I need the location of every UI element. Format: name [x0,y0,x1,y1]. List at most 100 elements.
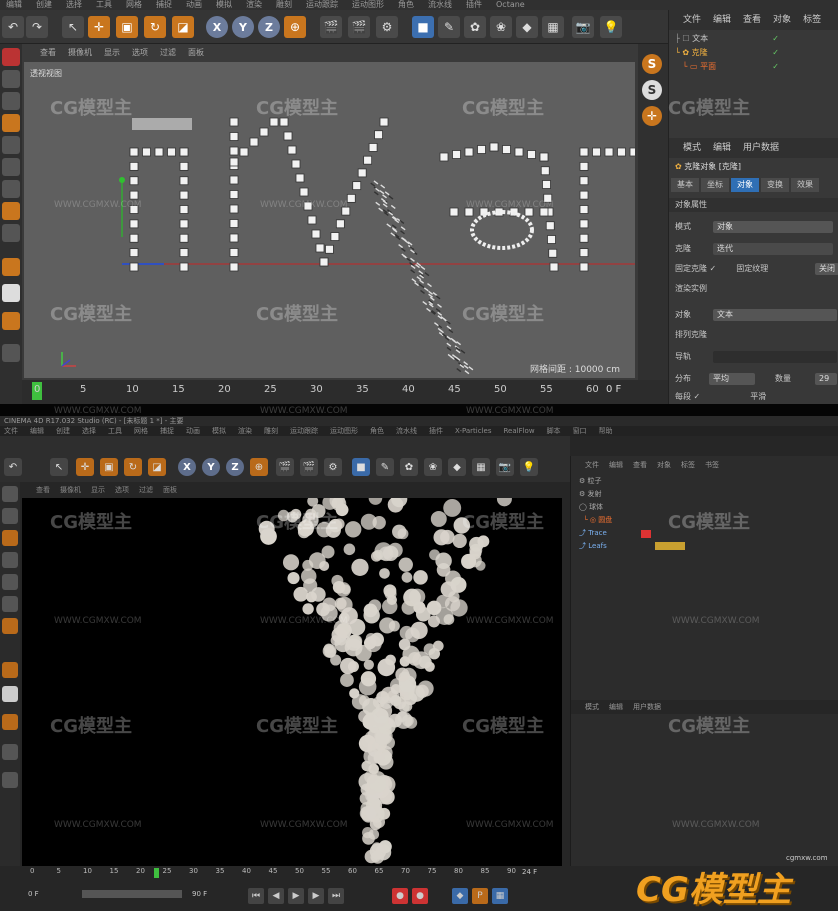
object-menu-item[interactable]: 对象 [773,10,791,30]
menu-item[interactable]: 捕捉 [156,0,172,10]
camera-icon[interactable]: 📷 [496,458,514,476]
move-tool-icon[interactable]: ✛ [88,16,110,38]
viewport-menu-item[interactable]: 面板 [163,484,177,496]
object-row[interactable]: ⚙ 粒子 [579,476,602,487]
each-segment-row[interactable]: 每段 ✓ 平滑 [669,390,838,404]
mode-icon[interactable] [2,48,20,66]
autokey-icon[interactable]: ● [412,888,428,904]
axis-mode-icon[interactable] [2,618,18,634]
menu-item[interactable]: 插件 [429,426,443,436]
attr-tab[interactable]: 坐标 [701,178,729,192]
grid-icon[interactable] [2,344,20,362]
menu-item[interactable]: 文件 [4,426,18,436]
camera-icon[interactable]: 📷 [572,16,594,38]
lock-icon[interactable] [2,714,18,730]
attr-menu-item[interactable]: 模式 [683,138,701,158]
viewport-menu-item[interactable]: 过滤 [160,46,176,60]
object-row[interactable]: └ ◎ 圆盘 [579,515,612,526]
x-axis-button[interactable]: X [206,16,228,38]
menu-item[interactable]: 流水线 [428,0,452,10]
menu-item[interactable]: 网格 [134,426,148,436]
cube-primitive-icon[interactable]: ■ [352,458,370,476]
points-mode-icon[interactable] [2,136,20,154]
menu-item[interactable]: 选择 [66,0,82,10]
object-menu-item[interactable]: 查看 [743,10,761,30]
menu-item[interactable]: 角色 [370,426,384,436]
snap-s-icon[interactable] [2,284,20,302]
render-instances-row[interactable]: 渲染实例 [669,282,838,296]
scale-tool-icon[interactable]: ▣ [100,458,118,476]
menu-item[interactable]: 创建 [36,0,52,10]
render-picture-viewer-icon[interactable]: 🎬 [348,16,370,38]
points-mode-icon[interactable] [2,552,18,568]
cloner-icon[interactable]: ❀ [490,16,512,38]
menu-item[interactable]: 运动图形 [330,426,358,436]
prev-key-icon[interactable]: ◀ [268,888,284,904]
menu-item[interactable]: 网格 [126,0,142,10]
undo-icon[interactable]: ↶ [4,458,22,476]
floor-icon[interactable]: ▦ [472,458,490,476]
play-icon[interactable]: ▶ [288,888,304,904]
guide-field[interactable] [713,351,837,363]
top-timeline[interactable]: 0 F 0 5 10 15 20 25 30 35 40 45 50 55 60 [22,380,668,404]
object-menu-item[interactable]: 编辑 [713,10,731,30]
bottom-timeline[interactable]: 24 F 0 F 90 F ⏮ ◀ ▶ ▶ ⏭ ● ● ◆ P ▦ 0 5 10 15… [22,866,570,909]
bottom-viewport[interactable] [22,491,562,866]
pen-spline-icon[interactable]: ✎ [438,16,460,38]
fixed-clone-row[interactable]: 固定克隆 ✓ 固定纹理 [669,262,838,276]
record-icon[interactable]: ● [392,888,408,904]
object-menu-item[interactable]: 书签 [705,456,719,474]
menu-item[interactable]: 动画 [186,426,200,436]
y-axis-button[interactable]: Y [202,458,220,476]
next-key-icon[interactable]: ▶ [308,888,324,904]
menu-item[interactable]: 流水线 [396,426,417,436]
viewport-menu-item[interactable]: 查看 [40,46,56,60]
texture-mode-icon[interactable] [2,508,18,524]
viewport-menu-item[interactable]: 显示 [104,46,120,60]
object-menu-item[interactable]: 编辑 [609,456,623,474]
model-mode-icon[interactable] [2,70,20,88]
y-axis-button[interactable]: Y [232,16,254,38]
x-axis-button[interactable]: X [178,458,196,476]
frame-end-field[interactable]: 90 F [192,890,207,898]
deformer-icon[interactable]: ◆ [516,16,538,38]
light-icon[interactable]: 💡 [600,16,622,38]
snap-s-icon[interactable] [2,686,18,702]
menu-item[interactable]: 窗口 [573,426,587,436]
attr-menu-item[interactable]: 编辑 [609,700,623,714]
menu-item[interactable]: 脚本 [547,426,561,436]
attr-menu-item[interactable]: 用户数据 [743,138,779,158]
object-menu-item[interactable]: 对象 [657,456,671,474]
menu-item[interactable]: Octane [496,0,525,10]
viewport-menu-item[interactable]: 查看 [36,484,50,496]
object-row-cloner[interactable]: └ ✿ 克隆 ✓ [669,46,838,60]
menu-item[interactable]: 角色 [398,0,414,10]
render-view-icon[interactable]: 🎬 [320,16,342,38]
attr-tab[interactable]: 对象 [731,178,759,192]
object-menu-item[interactable]: 文件 [585,456,599,474]
attr-tab[interactable]: 效果 [791,178,819,192]
render-settings-icon[interactable]: ⚙ [324,458,342,476]
snap-button-1[interactable]: S [642,54,662,74]
menu-item[interactable]: 工具 [108,426,122,436]
scale-tool-icon[interactable]: ▣ [116,16,138,38]
menu-item[interactable]: 帮助 [599,426,613,436]
rotate-tool-icon[interactable]: ↻ [144,16,166,38]
menu-item[interactable]: 运动跟踪 [306,0,338,10]
edges-mode-icon[interactable] [2,574,18,590]
goto-end-icon[interactable]: ⏭ [328,888,344,904]
attr-menu-item[interactable]: 编辑 [713,138,731,158]
object-row-text[interactable]: ├ ☐ 文本 ✓ [669,32,838,46]
mode-select[interactable]: 对象 [713,221,833,233]
menu-item[interactable]: 动画 [186,0,202,10]
menu-item[interactable]: 模拟 [216,0,232,10]
tag-icons[interactable] [655,542,685,550]
clone-select[interactable]: 迭代 [713,243,833,255]
polygons-mode-icon[interactable] [2,596,18,612]
render-picture-viewer-icon[interactable]: 🎬 [300,458,318,476]
object-menu-item[interactable]: 查看 [633,456,647,474]
attr-menu-item[interactable]: 模式 [585,700,599,714]
attr-tab[interactable]: 变换 [761,178,789,192]
menu-item[interactable]: 运动跟踪 [290,426,318,436]
object-row[interactable]: ⤴ Leafs [579,541,607,552]
